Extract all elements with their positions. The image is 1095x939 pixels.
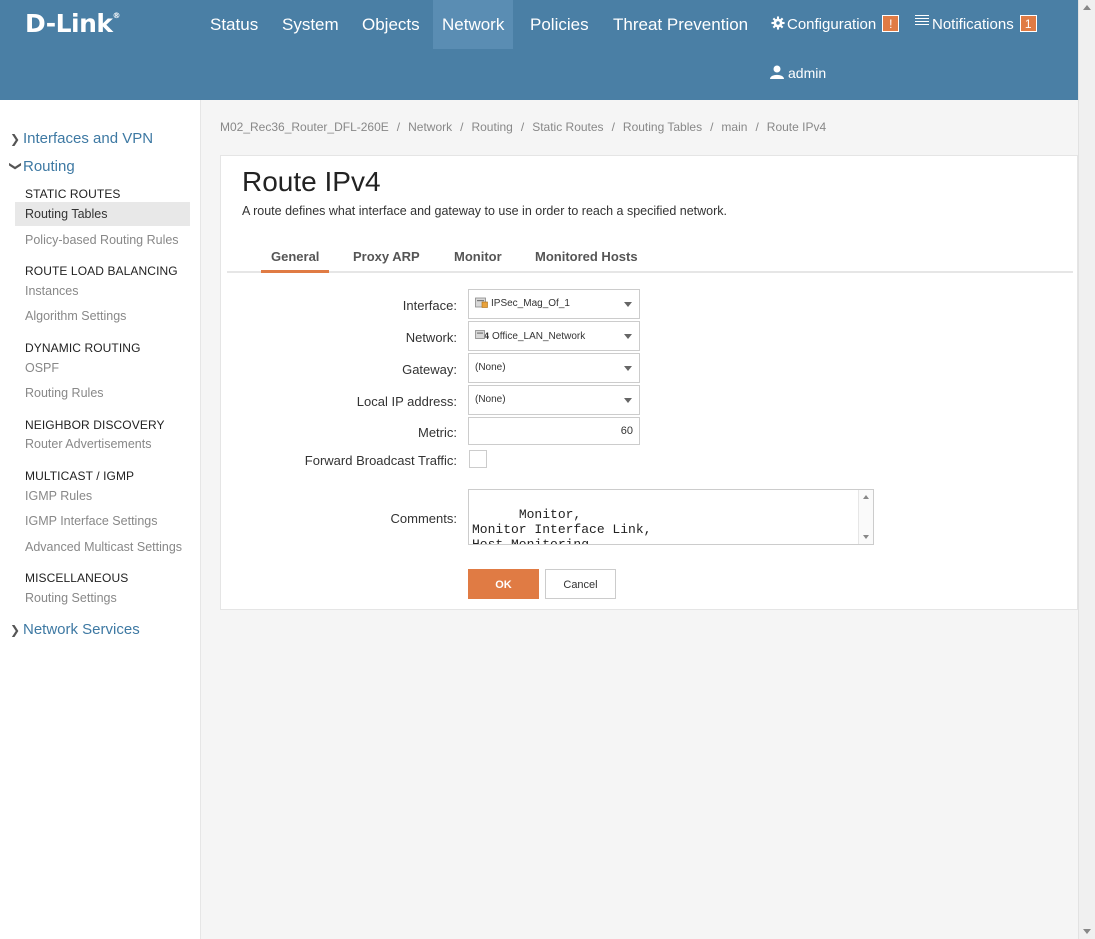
interface-value: IPSec_Mag_Of_1 [491, 298, 570, 309]
local-ip-select[interactable]: (None) [468, 385, 640, 415]
local-ip-label: Local IP address: [356, 394, 457, 409]
gateway-select[interactable]: (None) [468, 353, 640, 383]
sidebar-section-interfaces-vpn[interactable]: ❯ Interfaces and VPN [10, 130, 153, 147]
username: admin [788, 65, 827, 81]
forward-broadcast-label: Forward Broadcast Traffic: [304, 453, 457, 468]
sidebar-heading-neighbor-discovery: NEIGHBOR DISCOVERY [25, 418, 165, 432]
chevron-down-icon: ❯ [9, 161, 23, 172]
local-ip-value: (None) [475, 394, 506, 405]
textarea-scrollbar[interactable] [858, 490, 873, 544]
sidebar-item-policy-based-routing-rules[interactable]: Policy-based Routing Rules [15, 228, 190, 252]
sidebar-section-network-services[interactable]: ❯ Network Services [10, 621, 140, 638]
sidebar: ❯ Interfaces and VPN ❯Routing STATIC ROUT… [0, 100, 201, 939]
nav-notifications[interactable]: Notifications 1 [906, 0, 1046, 49]
nav-status[interactable]: Status [201, 0, 267, 49]
interface-select[interactable]: IPSec_Mag_Of_1 [468, 289, 640, 319]
main-content: M02_Rec36_Router_DFL-260E / Network / Routin… [201, 100, 1078, 939]
chevron-down-icon [624, 302, 632, 307]
gateway-label: Gateway: [402, 362, 457, 377]
notifications-count-badge: 1 [1019, 15, 1037, 32]
network-object-icon [475, 330, 485, 339]
sidebar-item-routing-settings[interactable]: Routing Settings [15, 586, 190, 610]
scroll-down-arrow-icon[interactable] [1083, 929, 1091, 934]
comments-value: Monitor, Monitor Interface Link, Host Mo… [472, 507, 652, 545]
sidebar-item-igmp-rules[interactable]: IGMP Rules [15, 484, 190, 508]
breadcrumb-current: Route IPv4 [766, 120, 827, 134]
sidebar-item-instances[interactable]: Instances [15, 279, 190, 303]
sidebar-item-algorithm-settings[interactable]: Algorithm Settings [15, 304, 190, 328]
breadcrumb-item[interactable]: Routing Tables [623, 120, 702, 134]
route-form-panel: Route IPv4 A route defines what interfac… [220, 155, 1078, 610]
chevron-right-icon: ❯ [10, 623, 21, 637]
nav-configuration[interactable]: Configuration! [762, 0, 908, 49]
chevron-right-icon: ❯ [10, 132, 21, 146]
sidebar-heading-miscellaneous: MISCELLANEOUS [25, 571, 129, 585]
chevron-down-icon [624, 334, 632, 339]
breadcrumb-item[interactable]: Network [408, 120, 452, 134]
breadcrumb-item[interactable]: M02_Rec36_Router_DFL-260E [220, 120, 389, 134]
sidebar-item-advanced-multicast-settings[interactable]: Advanced Multicast Settings [15, 535, 190, 559]
configuration-warning-badge: ! [882, 15, 900, 32]
sidebar-heading-dynamic-routing: DYNAMIC ROUTING [25, 341, 141, 355]
comments-label: Comments: [390, 511, 457, 526]
sidebar-heading-static-routes: STATIC ROUTES [25, 187, 121, 201]
network-value: Office_LAN_Network [492, 331, 586, 342]
breadcrumb: M02_Rec36_Router_DFL-260E / Network / Routin… [220, 120, 827, 134]
sidebar-section-label: Network Services [23, 621, 140, 638]
interface-label: Interface: [402, 298, 457, 313]
sidebar-section-routing[interactable]: ❯Routing [9, 158, 75, 175]
gateway-value: (None) [475, 362, 506, 373]
nav-system[interactable]: System [273, 0, 348, 49]
sidebar-item-router-advertisements[interactable]: Router Advertisements [15, 432, 190, 456]
dlink-logo[interactable]: D-Link® [25, 9, 120, 38]
sidebar-heading-route-load-balancing: ROUTE LOAD BALANCING [25, 264, 178, 278]
user-menu[interactable]: admin [770, 65, 826, 81]
breadcrumb-item[interactable]: Static Routes [532, 120, 603, 134]
network-label: Network: [405, 330, 457, 345]
sidebar-item-ospf[interactable]: OSPF [15, 356, 190, 380]
configuration-label: Configuration [787, 16, 877, 33]
menu-icon [915, 13, 929, 27]
tab-proxy-arp[interactable]: Proxy ARP [343, 249, 430, 273]
metric-input[interactable]: 60 [468, 417, 640, 445]
nav-network[interactable]: Network [433, 0, 514, 49]
tab-monitor[interactable]: Monitor [444, 249, 512, 273]
ipsec-interface-icon [475, 297, 488, 308]
nav-policies[interactable]: Policies [521, 0, 598, 49]
page-description: A route defines what interface and gatew… [242, 204, 728, 218]
nav-threat-prevention[interactable]: Threat Prevention [604, 0, 757, 49]
top-navigation-bar: D-Link® Status System Objects Network Po… [0, 0, 1078, 100]
metric-label: Metric: [418, 425, 457, 440]
sidebar-item-igmp-interface-settings[interactable]: IGMP Interface Settings [15, 509, 190, 533]
tab-general[interactable]: General [261, 249, 330, 273]
notifications-label: Notifications [932, 16, 1014, 33]
ok-button[interactable]: OK [468, 569, 539, 599]
tab-monitored-hosts[interactable]: Monitored Hosts [525, 249, 648, 273]
sidebar-heading-multicast-igmp: MULTICAST / IGMP [25, 469, 135, 483]
scroll-up-arrow-icon[interactable] [863, 495, 869, 499]
sidebar-item-routing-tables[interactable]: Routing Tables [15, 202, 190, 226]
comments-textarea[interactable]: Monitor, Monitor Interface Link, Host Mo… [468, 489, 874, 545]
breadcrumb-item[interactable]: main [721, 120, 747, 134]
sidebar-item-routing-rules[interactable]: Routing Rules [15, 381, 190, 405]
chevron-down-icon [624, 366, 632, 371]
network-select[interactable]: 4 Office_LAN_Network [468, 321, 640, 351]
scroll-down-arrow-icon[interactable] [863, 535, 869, 539]
user-icon [770, 65, 784, 79]
forward-broadcast-checkbox[interactable] [469, 450, 487, 468]
tab-bar: General Proxy ARP Monitor Monitored Host… [227, 240, 1073, 273]
page-scrollbar[interactable] [1078, 0, 1095, 939]
breadcrumb-item[interactable]: Routing [471, 120, 512, 134]
scroll-up-arrow-icon[interactable] [1083, 5, 1091, 10]
chevron-down-icon [624, 398, 632, 403]
gear-icon [771, 16, 785, 30]
cancel-button[interactable]: Cancel [545, 569, 616, 599]
sidebar-section-label: Routing [23, 158, 75, 175]
nav-objects[interactable]: Objects [353, 0, 429, 49]
sidebar-section-label: Interfaces and VPN [23, 130, 154, 147]
page-title: Route IPv4 [242, 166, 381, 197]
